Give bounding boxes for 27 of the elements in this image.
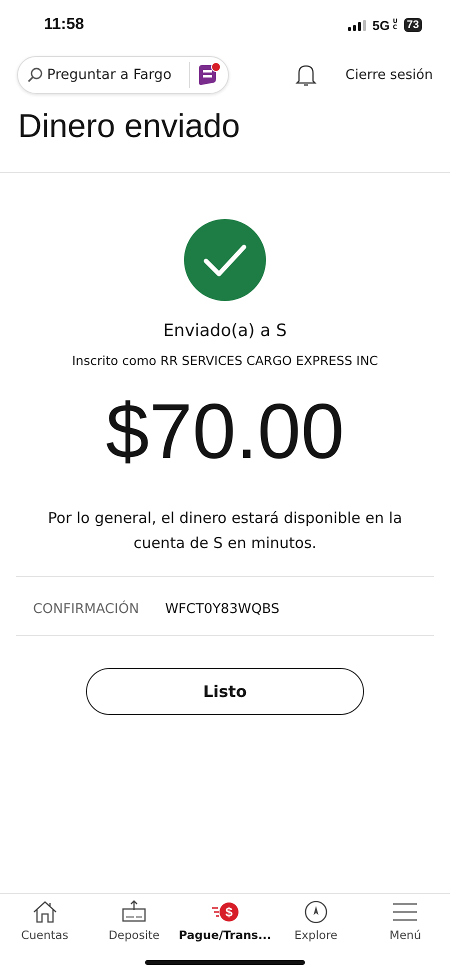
- bell-icon[interactable]: [295, 63, 318, 87]
- nav-tab[interactable]: $ Pague/Trans...: [178, 900, 272, 942]
- success-check-icon: [184, 219, 266, 301]
- amount: $70.00: [106, 386, 344, 476]
- availability-message: Por lo general, el dinero estará disponible en la cuenta de S en minutos.: [46, 508, 404, 554]
- recipient-text: Enviado(a) a S: [163, 321, 287, 341]
- nav-tab[interactable]: Deposite: [89, 900, 179, 942]
- chat-assistant-icon[interactable]: [196, 62, 222, 88]
- confirmation-label: CONFIRMACIÓN: [33, 601, 140, 617]
- search-icon: [27, 67, 43, 83]
- nav-tab[interactable]: Explore: [271, 900, 361, 942]
- signal-icon: [348, 20, 366, 30]
- battery-level: 73: [404, 18, 422, 32]
- house-icon: [32, 900, 58, 924]
- confirmation-code: WFCT0Y83WQBS: [165, 601, 280, 617]
- deposit-icon: [121, 900, 148, 924]
- nav-tab[interactable]: Menú: [360, 900, 450, 942]
- search-field[interactable]: Preguntar a Fargo: [47, 67, 185, 83]
- logout-link[interactable]: Cierre sesión: [345, 67, 433, 83]
- compass-icon: [302, 900, 329, 924]
- nav-tab[interactable]: Cuentas: [0, 900, 90, 942]
- done-button[interactable]: Listo: [86, 668, 364, 715]
- page-title: Dinero enviado: [18, 106, 241, 146]
- enrolled-name: Inscrito como RR SERVICES CARGO EXPRESS INC: [72, 353, 378, 368]
- search-bar[interactable]: Preguntar a Fargo: [17, 56, 229, 94]
- status-time: 11:58: [44, 16, 84, 34]
- network-label: 5G: [372, 18, 390, 32]
